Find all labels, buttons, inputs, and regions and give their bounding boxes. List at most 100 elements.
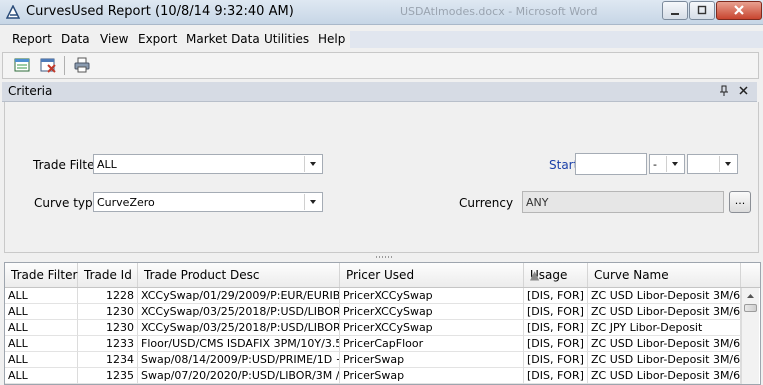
menu-report[interactable]: Report xyxy=(12,32,52,46)
start-sign-select[interactable]: - xyxy=(649,154,685,174)
cell-usage: [DIS, FOR] xyxy=(524,320,588,336)
cell-pricer-used: PricerXCCySwap xyxy=(340,288,524,304)
toolbar-separator xyxy=(64,56,65,75)
cell-trade-product-desc: XCCySwap/03/25/2018/P:USD/LIBOR/... xyxy=(138,304,340,320)
cell-trade-filter: ALL xyxy=(5,336,78,352)
minimize-icon xyxy=(671,13,679,15)
close-window-button[interactable] xyxy=(716,1,762,20)
table-header: Trade Filter Trade Id Trade Product Desc… xyxy=(5,263,760,288)
column-header-trade-product-desc[interactable]: Trade Product Desc xyxy=(138,263,340,287)
cell-usage: [DIS, FOR] xyxy=(524,336,588,352)
refresh-report-icon[interactable] xyxy=(13,56,31,74)
chevron-down-icon xyxy=(666,156,678,172)
cell-trade-filter: ALL xyxy=(5,320,78,336)
cell-trade-product-desc: XCCySwap/01/29/2009/P:EUR/EURIB... xyxy=(138,288,340,304)
clear-report-icon[interactable] xyxy=(39,56,57,74)
column-header-trade-id[interactable]: Trade Id xyxy=(78,263,138,287)
cell-curve-name: ZC USD Libor-Deposit 3M/6M xyxy=(588,336,741,352)
cell-trade-id: 1235 xyxy=(78,368,138,384)
table-row[interactable]: ALL 1230 XCCySwap/03/25/2018/P:USD/LIBOR… xyxy=(5,304,741,320)
cell-usage: [DIS, FOR] xyxy=(524,304,588,320)
title-bar: CurvesUsed Report (10/8/14 9:32:40 AM) U… xyxy=(0,0,763,25)
cell-trade-id: 1233 xyxy=(78,336,138,352)
menu-utilities[interactable]: Utilities xyxy=(264,32,309,46)
cell-trade-product-desc: Swap/07/20/2020/P:USD/LIBOR/3M /R... xyxy=(138,368,340,384)
criteria-panel: Trade Filter ALL Curve type CurveZero St… xyxy=(4,102,759,253)
trade-filter-value: ALL xyxy=(97,158,117,171)
menu-market-data[interactable]: Market Data xyxy=(186,32,260,46)
scroll-up-arrow-icon[interactable] xyxy=(742,288,759,304)
menu-bar: Report Data View Export Market Data Util… xyxy=(0,27,763,52)
results-table: Trade Filter Trade Id Trade Product Desc… xyxy=(4,262,761,385)
table-row[interactable]: ALL 1233 Floor/USD/CMS ISDAFIX 3PM/10Y/3… xyxy=(5,336,741,352)
curve-type-label: Curve type xyxy=(34,196,101,210)
maximize-icon xyxy=(697,5,707,15)
panel-close-icon[interactable] xyxy=(738,85,749,96)
cell-usage: [DIS, FOR] xyxy=(524,368,588,384)
print-icon[interactable] xyxy=(73,56,91,74)
cell-trade-product-desc: Floor/USD/CMS ISDAFIX 3PM/10Y/3.50... xyxy=(138,336,340,352)
cell-pricer-used: PricerSwap xyxy=(340,352,524,368)
cell-curve-name: ZC JPY Libor-Deposit xyxy=(588,320,741,336)
column-header-trade-filter[interactable]: Trade Filter xyxy=(5,263,78,287)
cell-curve-name: ZC USD Libor-Deposit 3M/6M xyxy=(588,288,741,304)
table-row[interactable]: ALL 1235 Swap/07/20/2020/P:USD/LIBOR/3M … xyxy=(5,368,741,384)
table-row[interactable]: ALL 1234 Swap/08/14/2009/P:USD/PRIME/1D … xyxy=(5,352,741,368)
splitter-grip-icon xyxy=(376,256,394,258)
start-label: Start xyxy=(549,158,579,172)
pin-icon[interactable] xyxy=(719,85,729,97)
start-sign-value: - xyxy=(653,158,657,171)
menu-export[interactable]: Export xyxy=(138,32,177,46)
column-header-pricer-used[interactable]: Pricer Used xyxy=(340,263,524,287)
currency-field[interactable]: ANY xyxy=(522,191,724,213)
cell-trade-filter: ALL xyxy=(5,304,78,320)
cell-trade-product-desc: Swap/08/14/2009/P:USD/PRIME/1D + ... xyxy=(138,352,340,368)
cell-usage: [DIS, FOR] xyxy=(524,352,588,368)
cell-usage: [DIS, FOR] xyxy=(524,288,588,304)
cell-trade-product-desc: XCCySwap/03/25/2018/P:USD/LIBOR/... xyxy=(138,320,340,336)
curve-type-value: CurveZero xyxy=(97,196,155,209)
start-input[interactable] xyxy=(575,153,647,175)
currency-label: Currency xyxy=(459,196,514,210)
panel-splitter[interactable] xyxy=(4,253,757,262)
cell-trade-id: 1234 xyxy=(78,352,138,368)
menu-bar-strip xyxy=(350,31,763,48)
cell-trade-filter: ALL xyxy=(5,352,78,368)
cell-trade-id: 1230 xyxy=(78,320,138,336)
background-window-text: USDAtlmodes.docx - Microsoft Word xyxy=(400,5,598,18)
minimize-button[interactable] xyxy=(662,1,688,20)
menu-data[interactable]: Data xyxy=(61,32,90,46)
window-title: CurvesUsed Report (10/8/14 9:32:40 AM) xyxy=(26,4,294,19)
cell-trade-filter: ALL xyxy=(5,368,78,384)
cell-curve-name: ZC USD Libor-Deposit 3M/6M xyxy=(588,368,741,384)
chevron-down-icon xyxy=(719,156,731,172)
cell-curve-name: ZC USD Libor-Deposit 3M/6M xyxy=(588,304,741,320)
cell-trade-filter: ALL xyxy=(5,288,78,304)
chevron-down-icon xyxy=(304,156,316,172)
trade-filter-select[interactable]: ALL xyxy=(93,154,323,174)
vertical-scrollbar[interactable] xyxy=(741,288,759,384)
currency-browse-button[interactable]: ... xyxy=(729,191,751,213)
chevron-down-icon xyxy=(304,194,316,210)
toolbar xyxy=(2,52,759,79)
scrollbar-thumb[interactable] xyxy=(744,304,757,312)
column-header-usage[interactable]: Usage ▲ xyxy=(524,263,588,287)
currency-value: ANY xyxy=(526,196,549,209)
table-row[interactable]: ALL 1230 XCCySwap/03/25/2018/P:USD/LIBOR… xyxy=(5,320,741,336)
menu-help[interactable]: Help xyxy=(318,32,345,46)
sort-indicator-icon: ▲ xyxy=(530,268,540,282)
curve-type-select[interactable]: CurveZero xyxy=(93,192,323,212)
cell-curve-name: ZC USD Libor-Deposit 3M/6M xyxy=(588,352,741,368)
cell-trade-id: 1228 xyxy=(78,288,138,304)
menu-view[interactable]: View xyxy=(100,32,128,46)
maximize-button[interactable] xyxy=(689,1,715,20)
table-row[interactable]: ALL 1228 XCCySwap/01/29/2009/P:EUR/EURIB… xyxy=(5,288,741,304)
cell-pricer-used: PricerXCCySwap xyxy=(340,320,524,336)
cell-pricer-used: PricerSwap xyxy=(340,368,524,384)
panel-title: Criteria xyxy=(8,84,53,98)
criteria-panel-header: Criteria xyxy=(2,82,757,102)
start-unit-select[interactable] xyxy=(687,154,738,174)
column-header-curve-name[interactable]: Curve Name xyxy=(588,263,741,287)
close-icon xyxy=(734,5,744,15)
cell-pricer-used: PricerCapFloor xyxy=(340,336,524,352)
